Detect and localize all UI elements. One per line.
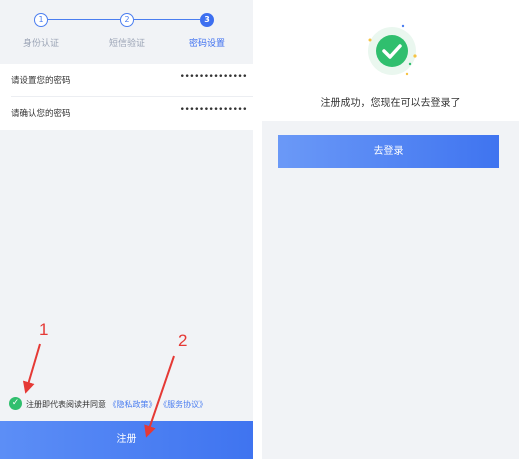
success-lower-area xyxy=(262,121,519,459)
annotation-arrows xyxy=(22,343,175,438)
success-message: 注册成功，您现在可以去登录了 xyxy=(320,98,461,109)
registration-panel: 1 2 3 身份认证 短信验证 密码设置 请设置您的密码 •••••••••••… xyxy=(0,0,253,459)
annotation-arrow-1 xyxy=(22,343,41,394)
success-panel: 注册成功，您现在可以去登录了 去登录 xyxy=(262,0,519,459)
go-login-button[interactable]: 去登录 xyxy=(278,135,499,168)
annotation-arrow-2 xyxy=(144,355,175,438)
success-check-icon xyxy=(368,24,417,76)
